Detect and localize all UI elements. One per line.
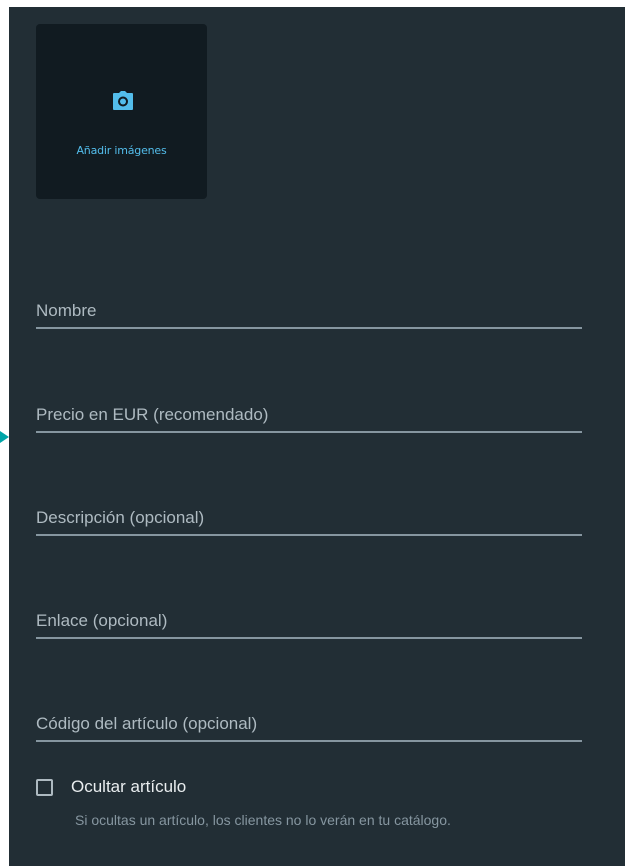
pointer-arrow-icon [0, 431, 9, 443]
item-code-input[interactable] [36, 714, 582, 734]
hide-item-checkbox[interactable] [36, 778, 53, 796]
price-input[interactable] [36, 405, 582, 425]
link-input[interactable] [36, 611, 582, 631]
link-field [36, 601, 582, 639]
add-item-form-panel: Añadir imágenes [9, 7, 625, 866]
camera-icon [113, 91, 133, 110]
add-images-label: Añadir imágenes [76, 144, 167, 157]
name-field [36, 291, 582, 329]
item-code-field [36, 704, 582, 742]
hide-item-hint: Si ocultas un artículo, los clientes no … [75, 812, 451, 828]
description-input[interactable] [36, 508, 582, 528]
hide-item-row[interactable]: Ocultar artículo [36, 775, 186, 799]
name-input[interactable] [36, 301, 582, 321]
hide-item-label: Ocultar artículo [71, 777, 187, 796]
description-field [36, 498, 582, 536]
add-images-button[interactable]: Añadir imágenes [36, 24, 207, 199]
price-field [36, 395, 582, 433]
